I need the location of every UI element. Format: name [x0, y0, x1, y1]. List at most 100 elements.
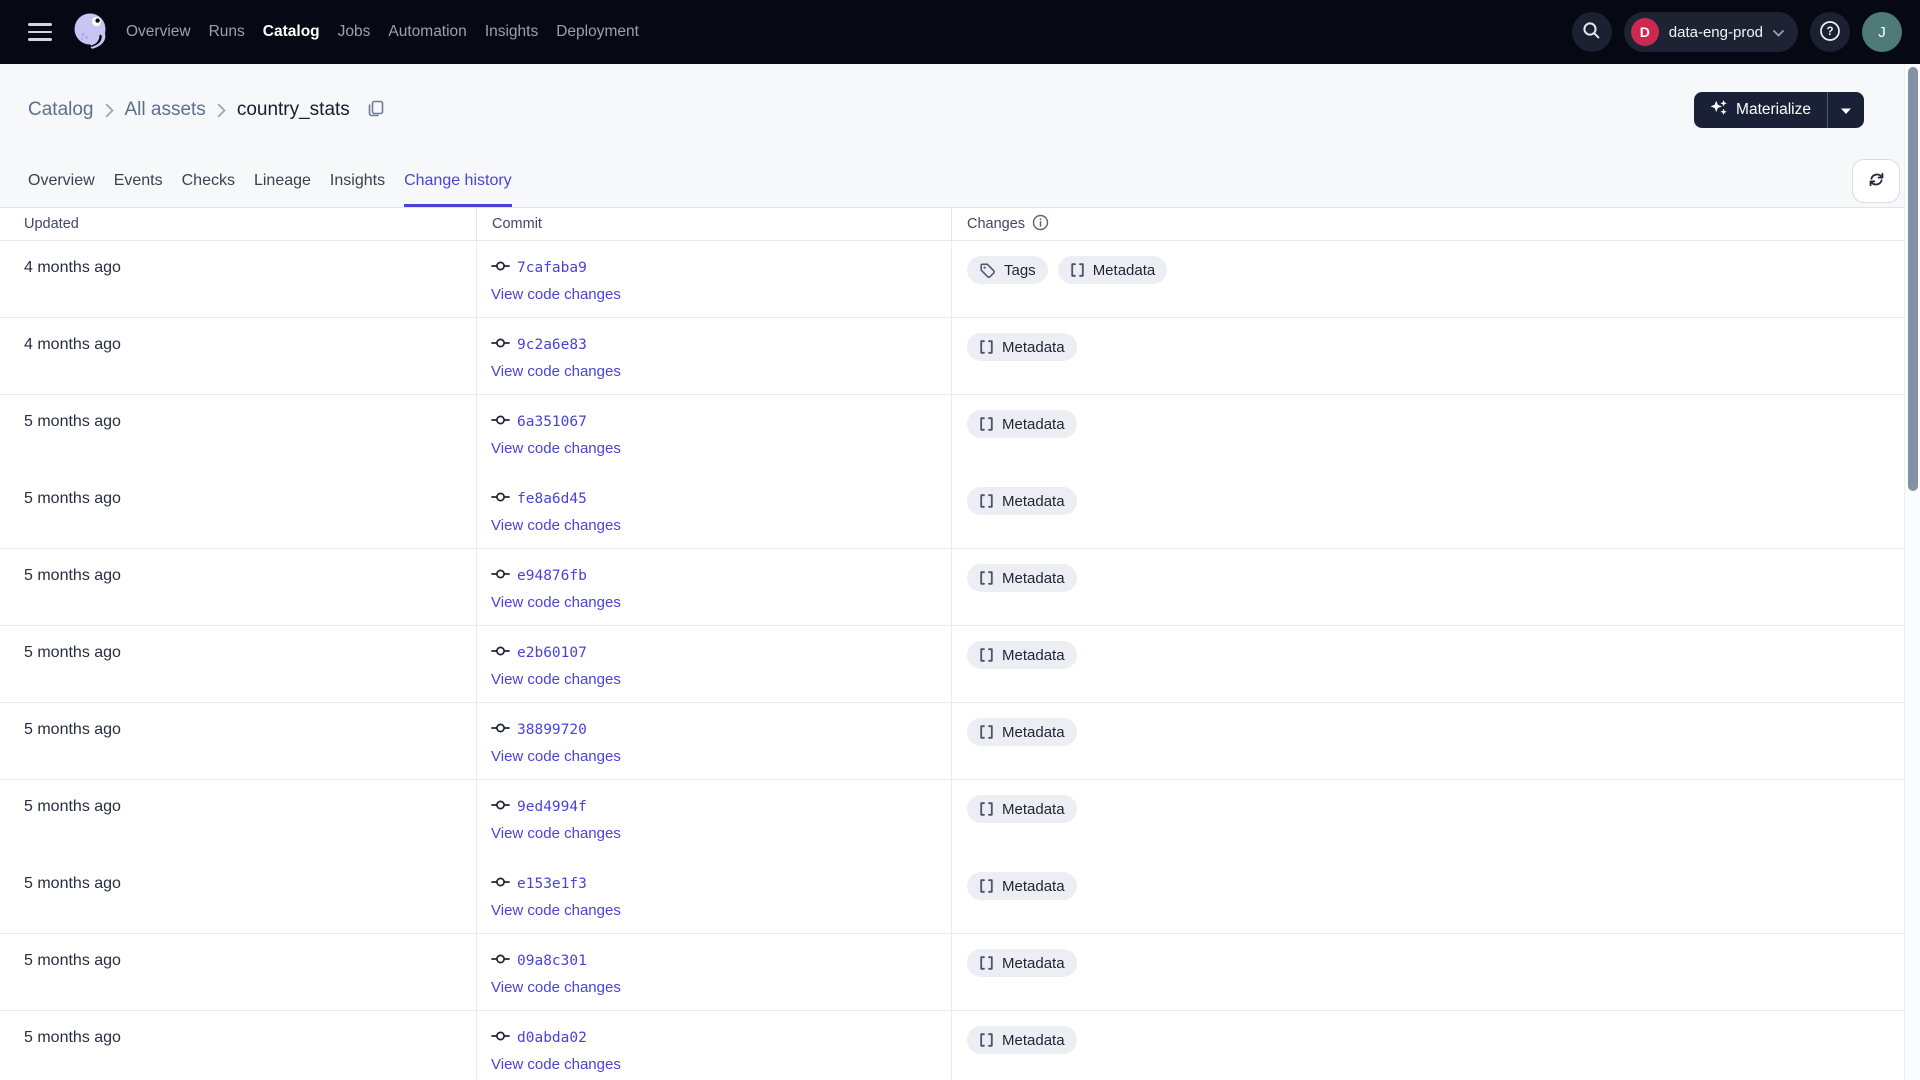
tag-icon — [979, 262, 996, 279]
nav-item-automation[interactable]: Automation — [388, 17, 466, 47]
brackets-icon — [979, 1032, 994, 1048]
brackets-icon — [979, 416, 994, 432]
row-updated: 5 months ago — [0, 549, 477, 625]
view-code-changes-link[interactable]: View code changes — [491, 902, 621, 919]
commit-hash-link[interactable]: 09a8c301 — [517, 953, 587, 969]
help-button[interactable]: ? — [1810, 12, 1850, 52]
view-code-changes-link[interactable]: View code changes — [491, 286, 621, 303]
commit-hash-link[interactable]: 7cafaba9 — [517, 260, 587, 276]
main-nav: Overview Runs Catalog Jobs Automation In… — [126, 17, 639, 47]
refresh-icon — [1868, 171, 1885, 191]
metadata-chip: Metadata — [967, 333, 1077, 361]
row-updated: 5 months ago — [0, 780, 477, 857]
commit-hash-link[interactable]: e153e1f3 — [517, 876, 587, 892]
table-header: Updated Commit Changes — [0, 208, 1920, 241]
search-button[interactable] — [1571, 12, 1612, 52]
row-changes: Metadata — [952, 318, 1920, 394]
table-row: 4 months ago 9c2a6e83 View code changes … — [0, 318, 1920, 395]
table-row: 5 months ago d0abda02 View code changes … — [0, 1011, 1920, 1080]
commit-hash-link[interactable]: 38899720 — [517, 722, 587, 738]
column-header-commit: Commit — [477, 208, 952, 240]
chevron-right-icon — [217, 103, 226, 118]
info-icon[interactable] — [1032, 214, 1049, 235]
row-updated: 5 months ago — [0, 703, 477, 779]
commit-icon — [491, 489, 510, 510]
nav-item-jobs[interactable]: Jobs — [338, 17, 371, 47]
deployment-name: data-eng-prod — [1668, 23, 1763, 41]
view-code-changes-link[interactable]: View code changes — [491, 979, 621, 996]
breadcrumb-catalog[interactable]: Catalog — [28, 99, 94, 121]
brackets-icon — [979, 801, 994, 817]
commit-hash-link[interactable]: e94876fb — [517, 568, 587, 584]
nav-item-overview[interactable]: Overview — [126, 17, 191, 47]
row-changes: Metadata — [952, 626, 1920, 702]
metadata-chip: Metadata — [967, 718, 1077, 746]
row-updated: 4 months ago — [0, 241, 477, 317]
top-navigation-bar: Overview Runs Catalog Jobs Automation In… — [0, 0, 1920, 64]
tab-lineage[interactable]: Lineage — [254, 156, 311, 207]
metadata-chip: Metadata — [967, 872, 1077, 900]
materialize-button[interactable]: Materialize — [1694, 92, 1827, 128]
view-code-changes-link[interactable]: View code changes — [491, 671, 621, 688]
metadata-chip: Metadata — [967, 410, 1077, 438]
copy-asset-name-button[interactable] — [366, 99, 385, 121]
materialize-label: Materialize — [1736, 101, 1811, 118]
view-code-changes-link[interactable]: View code changes — [491, 440, 621, 457]
tab-events[interactable]: Events — [114, 156, 163, 207]
nav-item-deployment[interactable]: Deployment — [556, 17, 639, 47]
row-changes: Metadata — [952, 703, 1920, 779]
materialize-options-button[interactable] — [1828, 92, 1864, 128]
commit-hash-link[interactable]: e2b60107 — [517, 645, 587, 661]
chevron-down-icon — [1773, 25, 1784, 40]
change-history-table: Updated Commit Changes 4 months ago 7caf… — [0, 208, 1920, 1080]
row-updated: 5 months ago — [0, 472, 477, 548]
commit-hash-link[interactable]: d0abda02 — [517, 1030, 587, 1046]
brackets-icon — [979, 493, 994, 509]
view-code-changes-link[interactable]: View code changes — [491, 825, 621, 842]
metadata-chip: Metadata — [967, 949, 1077, 977]
commit-hash-link[interactable]: 9ed4994f — [517, 799, 587, 815]
row-changes: Metadata — [952, 395, 1920, 472]
scrollbar-track[interactable] — [1904, 64, 1920, 1080]
view-code-changes-link[interactable]: View code changes — [491, 748, 621, 765]
sparkle-icon — [1710, 99, 1727, 121]
commit-icon — [491, 335, 510, 356]
column-header-updated: Updated — [0, 208, 477, 240]
hamburger-icon[interactable] — [28, 23, 52, 41]
table-row: 5 months ago 38899720 View code changes … — [0, 703, 1920, 780]
deployment-switcher[interactable]: D data-eng-prod — [1623, 12, 1798, 52]
refresh-button[interactable] — [1852, 159, 1900, 203]
help-icon: ? — [1819, 20, 1841, 45]
view-code-changes-link[interactable]: View code changes — [491, 594, 621, 611]
commit-hash-link[interactable]: 6a351067 — [517, 414, 587, 430]
metadata-chip: Metadata — [1057, 256, 1168, 284]
commit-icon — [491, 1028, 510, 1049]
brackets-icon — [1070, 262, 1085, 278]
tab-checks[interactable]: Checks — [182, 156, 235, 207]
chevron-right-icon — [105, 103, 114, 118]
scrollbar-thumb[interactable] — [1908, 67, 1918, 491]
nav-item-insights[interactable]: Insights — [485, 17, 538, 47]
commit-icon — [491, 874, 510, 895]
tab-change-history[interactable]: Change history — [404, 156, 512, 207]
materialize-split-button: Materialize — [1694, 92, 1864, 128]
user-avatar[interactable]: J — [1862, 12, 1902, 52]
nav-item-catalog[interactable]: Catalog — [263, 17, 320, 47]
view-code-changes-link[interactable]: View code changes — [491, 517, 621, 534]
row-updated: 5 months ago — [0, 934, 477, 1010]
nav-item-runs[interactable]: Runs — [209, 17, 245, 47]
commit-hash-link[interactable]: 9c2a6e83 — [517, 337, 587, 353]
commit-hash-link[interactable]: fe8a6d45 — [517, 491, 587, 507]
row-changes: Metadata — [952, 780, 1920, 857]
asset-header: Catalog All assets country_stats Materia… — [0, 64, 1920, 208]
view-code-changes-link[interactable]: View code changes — [491, 1056, 621, 1073]
metadata-chip: Metadata — [967, 641, 1077, 669]
brackets-icon — [979, 570, 994, 586]
metadata-chip: Metadata — [967, 487, 1077, 515]
breadcrumb-all-assets[interactable]: All assets — [125, 99, 206, 121]
tab-overview[interactable]: Overview — [28, 156, 95, 207]
dagster-logo[interactable] — [69, 10, 113, 54]
page-title: country_stats — [236, 99, 350, 120]
tab-insights[interactable]: Insights — [330, 156, 385, 207]
view-code-changes-link[interactable]: View code changes — [491, 363, 621, 380]
